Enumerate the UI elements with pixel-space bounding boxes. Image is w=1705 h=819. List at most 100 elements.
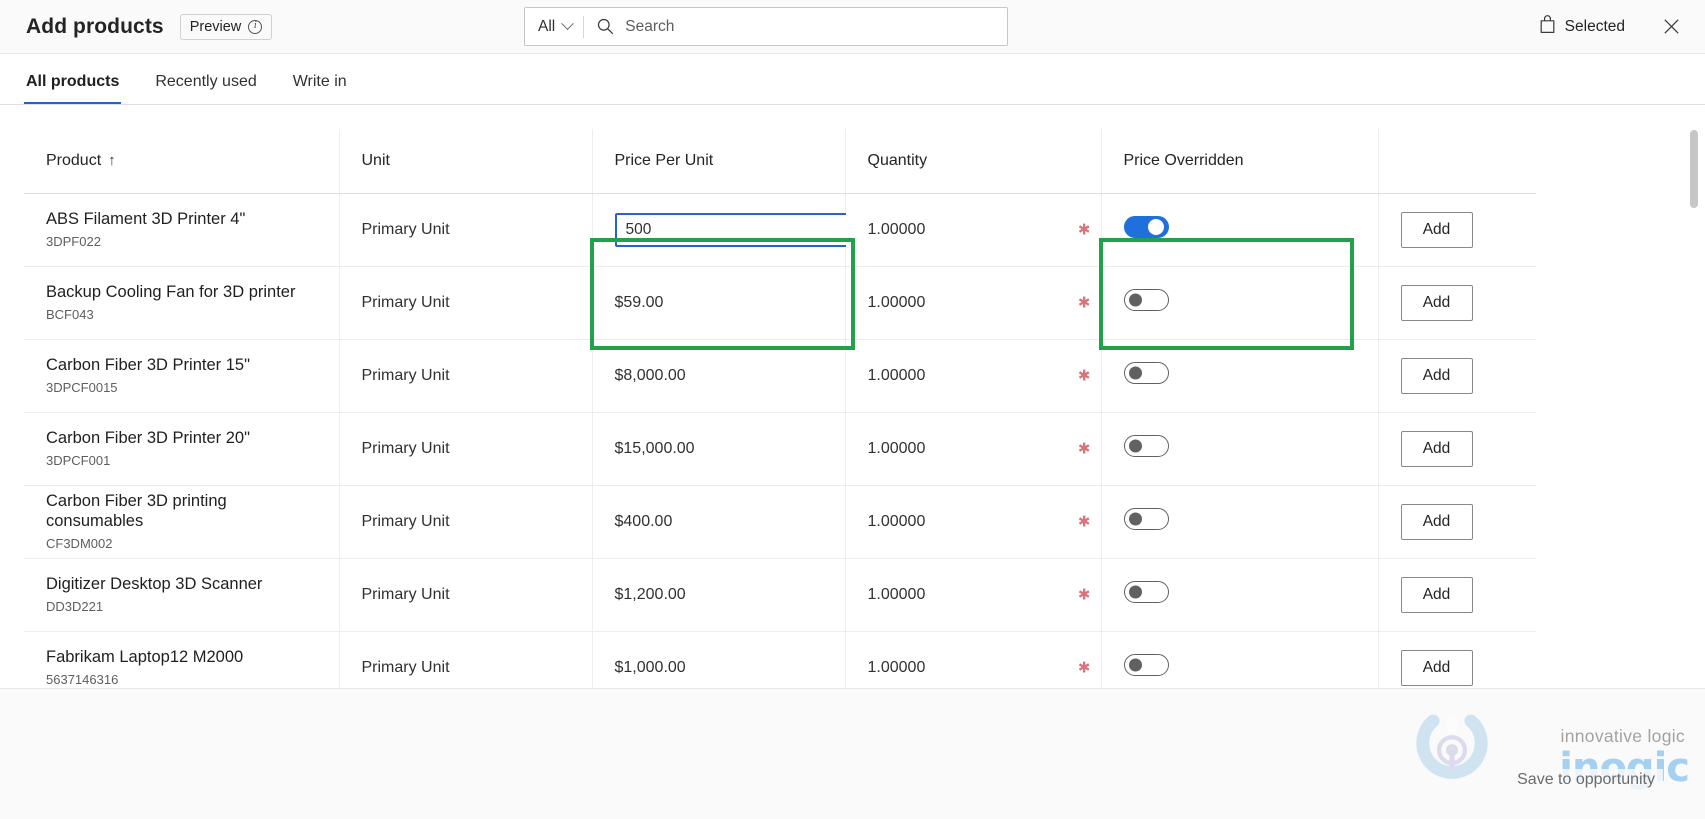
cell-unit[interactable]: Primary Unit bbox=[339, 558, 593, 632]
cell-quantity[interactable]: 1.00000 ✱ bbox=[845, 193, 1102, 267]
cell-price-overridden[interactable] bbox=[1101, 412, 1379, 486]
vertical-scrollbar[interactable] bbox=[1689, 130, 1699, 800]
column-header-quantity[interactable]: Quantity bbox=[845, 129, 1102, 194]
price-overridden-toggle[interactable] bbox=[1123, 216, 1169, 238]
product-name: Carbon Fiber 3D Printer 20" bbox=[46, 429, 250, 448]
cell-price-overridden[interactable] bbox=[1101, 266, 1379, 340]
price-overridden-toggle[interactable] bbox=[1123, 362, 1169, 384]
cell-product[interactable]: Backup Cooling Fan for 3D printer BCF043 bbox=[24, 266, 340, 340]
product-name: Backup Cooling Fan for 3D printer bbox=[46, 283, 296, 302]
cell-price-per-unit[interactable]: $400.00 bbox=[592, 485, 846, 559]
search-bar[interactable]: All bbox=[524, 7, 1008, 46]
product-code: DD3D221 bbox=[46, 598, 104, 614]
add-product-button[interactable]: Add bbox=[1400, 576, 1473, 613]
products-grid-area: Product ↑ Unit Price Per Unit Quantity Pr… bbox=[0, 105, 1705, 705]
selected-button[interactable]: Selected bbox=[1539, 14, 1625, 39]
required-asterisk-icon: ✱ bbox=[1077, 294, 1091, 311]
cell-price-per-unit[interactable] bbox=[592, 193, 853, 267]
cell-product[interactable]: Carbon Fiber 3D Printer 15" 3DPCF0015 bbox=[24, 339, 340, 413]
column-header-unit[interactable]: Unit bbox=[339, 129, 593, 194]
product-code: 3DPCF0015 bbox=[46, 379, 118, 395]
required-asterisk-icon: ✱ bbox=[1077, 659, 1091, 676]
search-input[interactable] bbox=[625, 8, 1007, 45]
column-header-product[interactable]: Product ↑ bbox=[24, 129, 340, 194]
cell-price-per-unit[interactable]: $8,000.00 bbox=[592, 339, 846, 413]
cell-unit[interactable]: Primary Unit bbox=[339, 266, 593, 340]
cell-quantity[interactable]: 1.00000 ✱ bbox=[845, 558, 1102, 632]
price-overridden-toggle[interactable] bbox=[1123, 508, 1169, 530]
quantity-value: 1.00000 bbox=[867, 585, 926, 603]
table-header-row: Product ↑ Unit Price Per Unit Quantity Pr… bbox=[24, 129, 1536, 194]
search-scope-dropdown[interactable]: All bbox=[525, 8, 583, 45]
chevron-down-icon bbox=[561, 17, 575, 31]
table-row[interactable]: Digitizer Desktop 3D Scanner DD3D221 Prima… bbox=[24, 558, 1536, 632]
price-overridden-toggle[interactable] bbox=[1123, 654, 1169, 676]
product-code: 3DPCF001 bbox=[46, 452, 111, 468]
table-body: ABS Filament 3D Printer 4" 3DPF022 Primary… bbox=[24, 193, 1536, 705]
cell-unit[interactable]: Primary Unit bbox=[339, 485, 593, 559]
cell-price-overridden[interactable] bbox=[1101, 558, 1379, 632]
add-product-button[interactable]: Add bbox=[1400, 430, 1473, 467]
tab-write-in[interactable]: Write in bbox=[291, 73, 349, 104]
cell-action: Add bbox=[1378, 485, 1536, 559]
table-row[interactable]: Carbon Fiber 3D printing consumables CF3D… bbox=[24, 485, 1536, 559]
add-product-button[interactable]: Add bbox=[1400, 357, 1473, 394]
quantity-value: 1.00000 bbox=[867, 293, 926, 311]
table-row[interactable]: Backup Cooling Fan for 3D printer BCF043 P… bbox=[24, 266, 1536, 340]
add-product-button[interactable]: Add bbox=[1400, 649, 1473, 686]
table-row[interactable]: Carbon Fiber 3D Printer 20" 3DPCF001 Prima… bbox=[24, 412, 1536, 486]
cell-quantity[interactable]: 1.00000 ✱ bbox=[845, 412, 1102, 486]
price-overridden-toggle[interactable] bbox=[1123, 289, 1169, 311]
cell-product[interactable]: Carbon Fiber 3D Printer 20" 3DPCF001 bbox=[24, 412, 340, 486]
sort-ascending-arrow-icon: ↑ bbox=[108, 151, 116, 169]
cell-unit[interactable]: Primary Unit bbox=[339, 193, 593, 267]
cell-unit[interactable]: Primary Unit bbox=[339, 339, 593, 413]
cell-price-overridden[interactable] bbox=[1101, 339, 1379, 413]
cell-price-per-unit[interactable]: $15,000.00 bbox=[592, 412, 846, 486]
close-icon[interactable] bbox=[1655, 11, 1687, 43]
cell-price-per-unit[interactable]: $59.00 bbox=[592, 266, 846, 340]
dialog-footer bbox=[0, 688, 1705, 819]
dialog-header: Add products Preview i All Search Select… bbox=[0, 0, 1705, 54]
tab-all-products[interactable]: All products bbox=[24, 73, 122, 104]
cell-price-per-unit[interactable]: $1,200.00 bbox=[592, 558, 846, 632]
column-header-price-overridden[interactable]: Price Overridden bbox=[1101, 129, 1379, 194]
add-product-button[interactable]: Add bbox=[1400, 211, 1473, 248]
column-header-price-per-unit[interactable]: Price Per Unit bbox=[592, 129, 846, 194]
required-asterisk-icon: ✱ bbox=[1077, 367, 1091, 384]
cell-product[interactable]: ABS Filament 3D Printer 4" 3DPF022 bbox=[24, 193, 340, 267]
table-row[interactable]: ABS Filament 3D Printer 4" 3DPF022 Primary… bbox=[24, 193, 1536, 267]
products-table: Product ↑ Unit Price Per Unit Quantity Pr… bbox=[24, 129, 1536, 705]
table-row[interactable]: Carbon Fiber 3D Printer 15" 3DPCF0015 Prim… bbox=[24, 339, 1536, 413]
cell-quantity[interactable]: 1.00000 ✱ bbox=[845, 485, 1102, 559]
tab-recently-used[interactable]: Recently used bbox=[153, 73, 258, 104]
price-overridden-toggle[interactable] bbox=[1123, 581, 1169, 603]
price-per-unit-input[interactable] bbox=[614, 212, 853, 247]
product-name: Carbon Fiber 3D Printer 15" bbox=[46, 356, 250, 375]
cell-unit[interactable]: Primary Unit bbox=[339, 412, 593, 486]
cell-action: Add bbox=[1378, 266, 1536, 340]
toggle-knob bbox=[1128, 439, 1142, 453]
cell-price-overridden[interactable] bbox=[1101, 193, 1379, 267]
add-products-dialog: Add products Preview i All Search Select… bbox=[0, 0, 1705, 819]
price-overridden-toggle[interactable] bbox=[1123, 435, 1169, 457]
quantity-value: 1.00000 bbox=[867, 220, 926, 238]
toggle-knob bbox=[1128, 512, 1142, 526]
info-icon[interactable]: i bbox=[248, 19, 263, 34]
cell-quantity[interactable]: 1.00000 ✱ bbox=[845, 266, 1102, 340]
add-product-button[interactable]: Add bbox=[1400, 284, 1473, 321]
cell-product[interactable]: Carbon Fiber 3D printing consumables CF3D… bbox=[24, 485, 340, 559]
scrollbar-thumb[interactable] bbox=[1690, 130, 1698, 208]
cell-product[interactable]: Digitizer Desktop 3D Scanner DD3D221 bbox=[24, 558, 340, 632]
column-header-action bbox=[1378, 129, 1536, 194]
add-product-button[interactable]: Add bbox=[1400, 503, 1473, 540]
preview-badge[interactable]: Preview i bbox=[179, 13, 273, 40]
cell-price-overridden[interactable] bbox=[1101, 485, 1379, 559]
save-to-opportunity-label: Save to opportunity bbox=[1509, 769, 1663, 791]
cell-action: Add bbox=[1378, 339, 1536, 413]
search-scope-label: All bbox=[538, 17, 556, 35]
tab-bar: All products Recently used Write in bbox=[0, 54, 1705, 105]
quantity-value: 1.00000 bbox=[867, 366, 926, 384]
cell-quantity[interactable]: 1.00000 ✱ bbox=[845, 339, 1102, 413]
header-actions: Selected bbox=[1539, 11, 1687, 43]
